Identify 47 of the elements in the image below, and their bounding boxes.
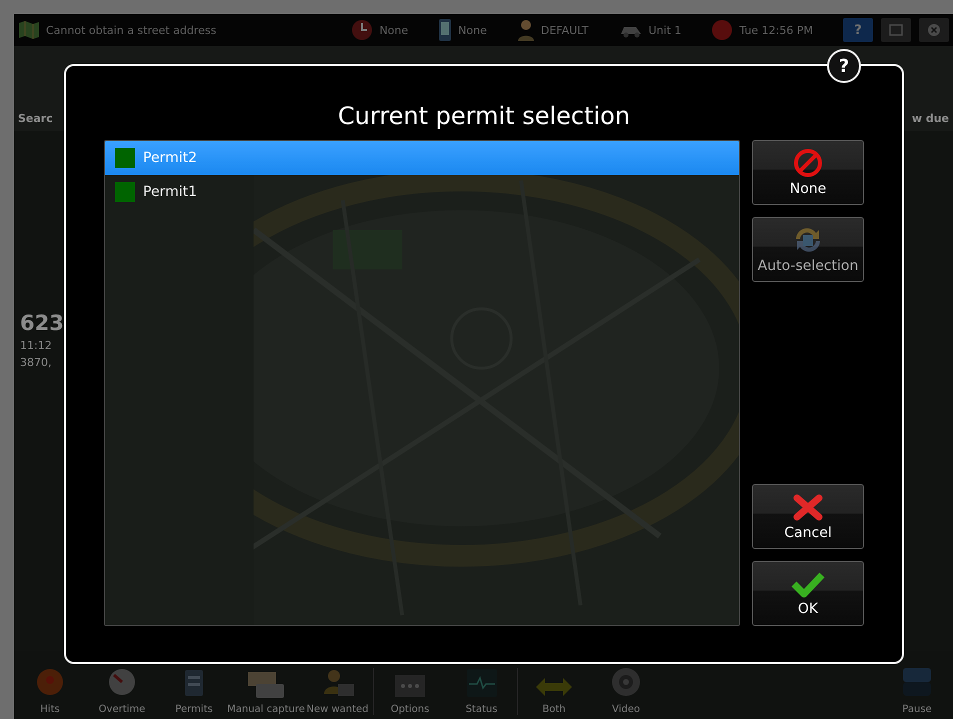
window-icon (889, 24, 903, 36)
camera-icon (610, 666, 642, 698)
phone-icon (438, 18, 452, 42)
device-status: None (458, 24, 487, 36)
close-button[interactable] (919, 18, 949, 42)
arrows-tool-button[interactable]: Both (518, 676, 590, 715)
options-icon (394, 674, 426, 698)
none-button[interactable]: None (752, 140, 864, 205)
map-icon (18, 20, 40, 40)
pause-tool-button[interactable]: Pause (881, 666, 953, 715)
permit-item[interactable]: Permit1 (105, 175, 739, 209)
search-label: Searc (18, 112, 53, 125)
pause-icon (901, 666, 933, 698)
prohibited-icon (793, 148, 823, 178)
cancel-icon (792, 492, 824, 522)
camera-tool-button[interactable]: Video (590, 666, 662, 715)
plate-number: 623 (20, 311, 64, 335)
double-arrow-icon (534, 676, 574, 698)
checkmark-icon (791, 570, 825, 598)
permit-item[interactable]: Permit2 (105, 141, 739, 175)
close-icon (927, 23, 941, 37)
monitor-tool-button[interactable]: Status (446, 668, 518, 715)
card-icon (183, 668, 205, 698)
siren-icon (34, 666, 66, 698)
gauge-tool-button[interactable]: Overtime (86, 666, 158, 715)
gauge-icon (106, 666, 138, 698)
ok-button[interactable]: OK (752, 561, 864, 626)
plate-icon (248, 672, 284, 698)
dots-tool-button[interactable]: Options (374, 674, 446, 715)
user-status: DEFAULT (540, 24, 588, 36)
monitor-icon (466, 668, 498, 698)
vehicle-status: Unit 1 (648, 24, 682, 36)
maximize-button[interactable] (881, 18, 911, 42)
person-icon (516, 19, 535, 41)
siren-tool-button[interactable]: Hits (14, 666, 86, 715)
help-button[interactable]: ? (843, 18, 873, 42)
plate-tool-button[interactable]: Manual capture (230, 672, 302, 715)
read-time: 11:12 (20, 339, 52, 352)
alarm-status: None (379, 24, 408, 36)
location-text: Cannot obtain a street address (46, 24, 216, 36)
record-icon (711, 19, 734, 41)
dialog-title: Current permit selection (336, 102, 632, 130)
clock-icon (351, 19, 374, 41)
read-address: 3870, (20, 356, 52, 369)
toolbar-label: w due (912, 112, 949, 125)
cancel-button[interactable]: Cancel (752, 484, 864, 549)
clock-status: Tue 12:56 PM (739, 24, 813, 36)
